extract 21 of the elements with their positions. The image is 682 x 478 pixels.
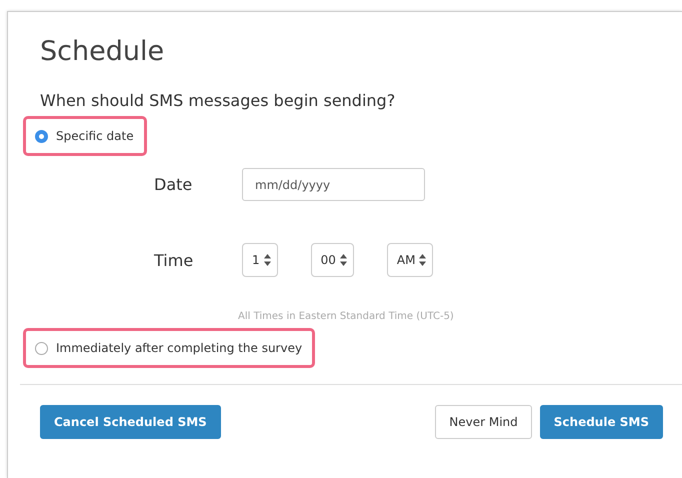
up-down-arrows-icon xyxy=(340,254,347,266)
dialog-title: Schedule xyxy=(40,36,166,67)
radio-option[interactable]: Specific date xyxy=(23,116,147,156)
timezone-note: All Times in Eastern Standard Time (UTC-5) xyxy=(238,311,455,322)
time-select[interactable]: 00 xyxy=(310,243,354,277)
question-text: When should SMS messages begin sending? xyxy=(40,91,396,110)
time-select[interactable]: AM xyxy=(386,243,434,277)
action-button[interactable]: Never Mind xyxy=(435,405,532,439)
action-button[interactable]: Schedule SMS xyxy=(540,405,663,439)
up-down-arrows-icon xyxy=(419,254,426,266)
radio-option[interactable]: Immediately after completing the survey xyxy=(23,328,316,368)
option-label: Immediately after completing the survey xyxy=(56,341,302,355)
up-down-arrows-icon xyxy=(264,254,271,266)
action-button[interactable]: Cancel Scheduled SMS xyxy=(40,405,221,439)
field-label: Time xyxy=(154,250,194,270)
date-field[interactable]: mm/dd/yyyy xyxy=(242,168,425,201)
radio-button[interactable] xyxy=(35,342,48,354)
field-label: Date xyxy=(154,175,194,194)
option-label: Specific date xyxy=(56,129,134,143)
radio-button[interactable] xyxy=(35,130,48,142)
time-select[interactable]: 1 xyxy=(242,243,278,277)
